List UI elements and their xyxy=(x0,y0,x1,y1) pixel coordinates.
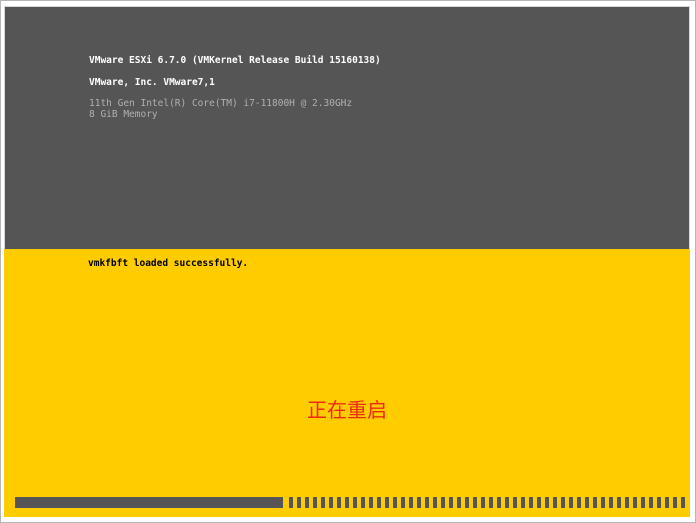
product-version-text: VMware ESXi 6.7.0 (VMKernel Release Buil… xyxy=(89,55,381,66)
boot-progress-fill xyxy=(15,497,283,508)
vendor-text: VMware, Inc. VMware7,1 xyxy=(89,77,215,88)
boot-progress-bar xyxy=(15,497,685,508)
boot-progress-remaining xyxy=(289,497,685,508)
boot-status-message: vmkfbft loaded successfully. xyxy=(88,258,249,269)
restart-status-text: 正在重启 xyxy=(307,398,387,422)
system-info-panel: VMware ESXi 6.7.0 (VMKernel Release Buil… xyxy=(4,6,690,249)
boot-status-panel: vmkfbft loaded successfully. 正在重启 xyxy=(4,249,690,517)
esxi-boot-screen: VMware ESXi 6.7.0 (VMKernel Release Buil… xyxy=(0,0,696,523)
memory-info-text: 8 GiB Memory xyxy=(89,109,158,120)
